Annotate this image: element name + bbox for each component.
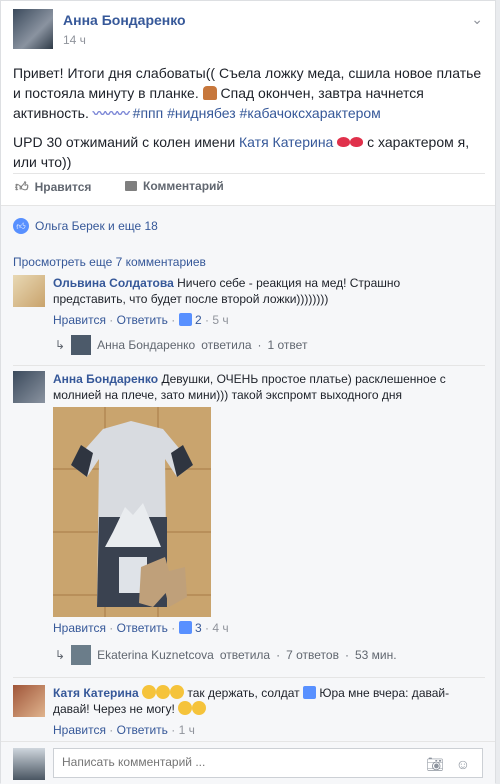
comment: Анна Бондаренко Девушки, ОЧЕНЬ простое п… bbox=[13, 371, 483, 675]
commenter-avatar[interactable] bbox=[13, 371, 45, 403]
comment-time[interactable]: 4 ч bbox=[212, 621, 228, 635]
mention-link[interactable]: Катя Катерина bbox=[239, 134, 333, 150]
comment-meta: Нравится · Ответить · 1 ч bbox=[53, 723, 195, 737]
reply-time: 53 мин. bbox=[354, 648, 397, 662]
reply-count: 7 ответов bbox=[286, 648, 339, 662]
comment-time[interactable]: 1 ч bbox=[179, 723, 195, 737]
likes-text[interactable]: Ольга Берек и еще 18 bbox=[35, 219, 158, 233]
meta-dot: · bbox=[171, 723, 176, 737]
grimace-emoji-icon bbox=[192, 701, 207, 715]
comment-input[interactable] bbox=[62, 755, 402, 769]
emoji-icon[interactable]: ☺ bbox=[456, 756, 470, 772]
reply-avatar bbox=[71, 645, 92, 665]
my-avatar bbox=[13, 748, 45, 780]
comment: Ольвина Солдатова Ничего себе - реакция … bbox=[13, 275, 483, 365]
comment-body: Анна Бондаренко Девушки, ОЧЕНЬ простое п… bbox=[53, 371, 473, 403]
like-count-icon bbox=[178, 621, 192, 634]
wave-emoji-icon: 〰〰〰 bbox=[92, 106, 130, 121]
meta-dot: · bbox=[109, 313, 114, 327]
comment-reply-link[interactable]: Ответить bbox=[117, 621, 168, 635]
meta-dot: · bbox=[276, 648, 281, 662]
comment-label: Комментарий bbox=[143, 179, 224, 193]
post-author-name[interactable]: Анна Бондаренко bbox=[63, 12, 186, 28]
reply-verb: ответила bbox=[219, 648, 271, 662]
post-card: Анна Бондаренко 14 ч ⌄ Привет! Итоги дня… bbox=[0, 0, 496, 784]
reply-author: Анна Бондаренко bbox=[97, 338, 196, 352]
comment-like-link[interactable]: Нравится bbox=[53, 723, 106, 737]
reply-avatar bbox=[71, 335, 92, 355]
divider bbox=[13, 365, 485, 366]
reply-summary[interactable]: ↳ Ekaterina Kuznetcova ответила · 7 отве… bbox=[55, 645, 397, 665]
grin-emoji-icon bbox=[170, 685, 185, 699]
dress-photo-image bbox=[53, 407, 211, 617]
comment-author[interactable]: Анна Бондаренко bbox=[53, 372, 158, 386]
post-header: Анна Бондаренко 14 ч ⌄ bbox=[13, 9, 483, 53]
comment-button[interactable]: Комментарий bbox=[125, 179, 224, 193]
comment-body: Катя Катерина так держать, солдат Юра мн… bbox=[53, 685, 473, 717]
action-bar: 👍︎ Нравится Комментарий bbox=[13, 179, 485, 199]
commenter-avatar[interactable] bbox=[13, 685, 45, 717]
grimace-emoji-icon bbox=[178, 701, 193, 715]
meta-dot: · bbox=[344, 648, 349, 662]
comment-text: так держать, солдат bbox=[187, 686, 300, 700]
upd-prefix: UPD 30 отжиманий с колен имени bbox=[13, 134, 236, 150]
post-timestamp[interactable]: 14 ч bbox=[63, 33, 86, 47]
comment: Катя Катерина так держать, солдат Юра мн… bbox=[13, 685, 483, 741]
likes-summary[interactable]: 👍︎ Ольга Берек и еще 18 bbox=[1, 205, 495, 245]
like-badge-icon: 👍︎ bbox=[13, 218, 29, 234]
comment-reply-link[interactable]: Ответить bbox=[117, 723, 168, 737]
comment-like-count[interactable]: 2 bbox=[195, 313, 202, 327]
thumb-up-icon: 👍︎ bbox=[15, 179, 29, 194]
divider bbox=[13, 677, 485, 678]
gymnast-emoji-icon bbox=[202, 86, 217, 100]
like-button[interactable]: 👍︎ Нравится bbox=[15, 179, 91, 195]
lips-emoji-icon bbox=[350, 137, 364, 147]
meta-dot: · bbox=[205, 621, 209, 635]
post-text: Привет! Итоги дня слабоваты(( Съела ложк… bbox=[13, 63, 485, 180]
grin-emoji-icon bbox=[142, 685, 157, 699]
grin-emoji-icon bbox=[156, 685, 171, 699]
meta-dot: · bbox=[257, 338, 262, 352]
comment-like-count[interactable]: 3 bbox=[195, 621, 202, 635]
divider bbox=[13, 173, 485, 174]
view-more-comments-link[interactable]: Просмотреть еще 7 комментариев bbox=[13, 255, 206, 269]
comment-author[interactable]: Катя Катерина bbox=[53, 686, 139, 700]
comment-reply-link[interactable]: Ответить bbox=[117, 313, 168, 327]
comment-author[interactable]: Ольвина Солдатова bbox=[53, 276, 174, 290]
comments-section: Просмотреть еще 7 комментариев Ольвина С… bbox=[1, 245, 495, 784]
reply-arrow-icon: ↳ bbox=[55, 648, 66, 662]
comment-like-link[interactable]: Нравится bbox=[53, 621, 106, 635]
reply-verb: ответила bbox=[201, 338, 252, 352]
comment-time[interactable]: 5 ч bbox=[212, 313, 228, 327]
like-count-icon bbox=[178, 313, 192, 326]
reply-count: 1 ответ bbox=[267, 338, 308, 352]
meta-dot: · bbox=[171, 313, 176, 327]
hashtags[interactable]: #ппп #ниднябез #кабачоксхарактером bbox=[133, 105, 381, 121]
comment-body: Ольвина Солдатова Ничего себе - реакция … bbox=[53, 275, 473, 307]
comment-icon bbox=[125, 181, 137, 191]
comment-photo-dress[interactable] bbox=[53, 407, 211, 617]
camera-icon[interactable]: 📷︎ bbox=[426, 756, 444, 773]
meta-dot: · bbox=[205, 313, 209, 327]
lips-emoji-icon bbox=[337, 137, 351, 147]
comment-input-box[interactable]: 📷︎ ☺ bbox=[53, 748, 483, 778]
reply-arrow-icon: ↳ bbox=[55, 338, 66, 352]
comment-meta: Нравится · Ответить · 2 · 5 ч bbox=[53, 313, 229, 327]
author-avatar[interactable] bbox=[13, 9, 53, 49]
like-label: Нравится bbox=[34, 180, 92, 194]
chevron-down-icon[interactable]: ⌄ bbox=[471, 11, 483, 28]
meta-dot: · bbox=[109, 723, 114, 737]
comment-composer: 📷︎ ☺ bbox=[1, 741, 495, 784]
reply-author: Ekaterina Kuznetcova bbox=[97, 648, 214, 662]
comment-like-link[interactable]: Нравится bbox=[53, 313, 106, 327]
commenter-avatar[interactable] bbox=[13, 275, 45, 307]
thumbs-up-emoji-icon bbox=[303, 686, 316, 699]
meta-dot: · bbox=[109, 621, 114, 635]
reply-summary[interactable]: ↳ Анна Бондаренко ответила · 1 ответ bbox=[55, 335, 307, 355]
meta-dot: · bbox=[171, 621, 176, 635]
comment-meta: Нравится · Ответить · 3 · 4 ч bbox=[53, 621, 229, 635]
